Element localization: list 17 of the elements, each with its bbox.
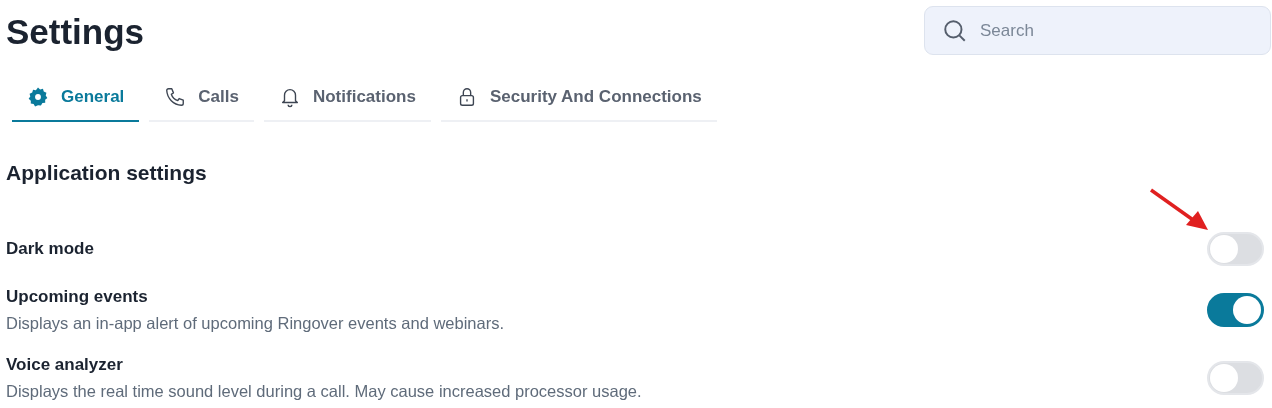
page-title: Settings: [6, 11, 145, 53]
search-field[interactable]: Search: [924, 6, 1271, 55]
phone-icon: [164, 85, 187, 108]
search-icon: [942, 18, 968, 44]
setting-name: Dark mode: [6, 238, 94, 260]
annotation-arrow: [1148, 187, 1210, 233]
section-heading: Application settings: [6, 160, 208, 186]
tab[interactable]: General: [12, 75, 140, 122]
tab[interactable]: Calls: [149, 75, 254, 122]
gear-icon: [27, 85, 49, 108]
tab[interactable]: Security And Connections: [440, 75, 717, 122]
tab[interactable]: Notifications: [263, 75, 431, 122]
toggle-switch[interactable]: [1207, 293, 1264, 327]
setting-description: Displays the real time sound level during a call. May cause increased processor usage.: [6, 381, 642, 402]
setting-name: Voice analyzer: [6, 354, 124, 376]
setting-description: Displays an in-app alert of upcoming Ringover events and webinars.: [6, 313, 505, 334]
setting-name: Upcoming events: [6, 286, 149, 308]
